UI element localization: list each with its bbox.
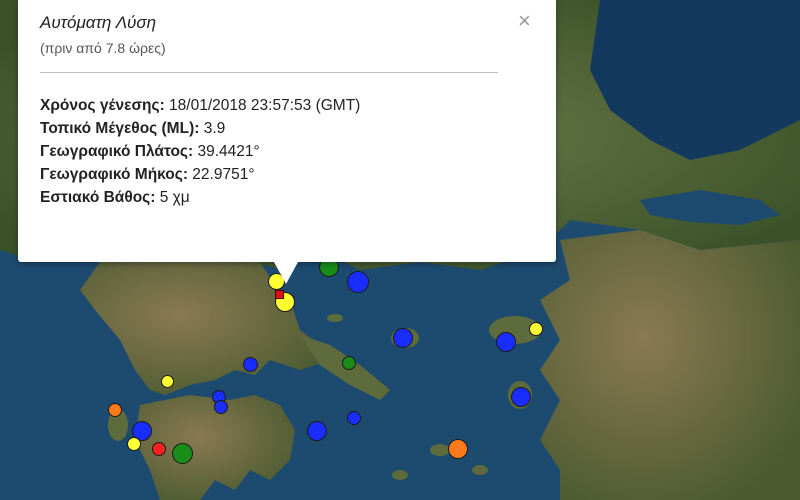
depth-value: 5 χμ — [155, 189, 190, 206]
longitude-label: Γεωγραφικό Μήκος: — [40, 166, 188, 183]
skiathos-island — [327, 314, 343, 322]
earthquake-marker-blue[interactable] — [307, 421, 327, 441]
cyclades-island — [392, 470, 408, 480]
earthquake-marker-orange[interactable] — [108, 403, 122, 417]
anatolia-land — [540, 230, 800, 500]
earthquake-marker-blue[interactable] — [243, 357, 258, 372]
earthquake-marker-yellow[interactable] — [127, 437, 141, 451]
depth-row: Εστιακό Βάθος: 5 χμ — [40, 189, 360, 212]
latitude-row: Γεωγραφικό Πλάτος: 39.4421° — [40, 143, 360, 166]
longitude-row: Γεωγραφικό Μήκος: 22.9751° — [40, 166, 360, 189]
earthquake-marker-blue[interactable] — [214, 400, 228, 414]
popup-title: Αυτόματη Λύση — [40, 13, 157, 32]
origin-time-row: Χρόνος γένεσης: 18/01/2018 23:57:53 (GMT… — [40, 97, 360, 120]
earthquake-marker-yellow[interactable] — [161, 375, 174, 388]
latitude-label: Γεωγραφικό Πλάτος: — [40, 143, 194, 160]
origin-time-value: 18/01/2018 23:57:53 (GMT) — [164, 97, 361, 114]
magnitude-value: 3.9 — [199, 120, 226, 137]
earthquake-marker-yellow[interactable] — [529, 322, 543, 336]
earthquake-info-popup: Αυτόματη Λύση (πριν από 7.8 ώρες) × Χρόν… — [18, 0, 556, 262]
close-icon[interactable]: × — [518, 10, 531, 32]
depth-label: Εστιακό Βάθος: — [40, 189, 156, 206]
earthquake-marker-blue[interactable] — [347, 411, 361, 425]
earthquake-marker-orange[interactable] — [448, 439, 468, 459]
earthquake-marker-red[interactable] — [152, 442, 166, 456]
popup-subtitle: (πριν από 7.8 ώρες) — [40, 40, 166, 56]
longitude-value: 22.9751° — [188, 166, 255, 183]
selected-epicenter-marker[interactable] — [275, 290, 284, 299]
earthquake-marker-green[interactable] — [172, 443, 193, 464]
magnitude-label: Τοπικό Μέγεθος (ML): — [40, 120, 200, 137]
cyclades-island — [430, 444, 450, 456]
popup-details: Χρόνος γένεσης: 18/01/2018 23:57:53 (GMT… — [40, 97, 360, 212]
cyclades-island — [472, 465, 488, 475]
magnitude-row: Τοπικό Μέγεθος (ML): 3.9 — [40, 120, 360, 143]
earthquake-marker-blue[interactable] — [393, 328, 413, 348]
earthquake-marker-blue[interactable] — [496, 332, 516, 352]
latitude-value: 39.4421° — [193, 143, 260, 160]
popup-divider — [40, 72, 498, 73]
origin-time-label: Χρόνος γένεσης: — [40, 97, 165, 114]
earthquake-marker-blue[interactable] — [511, 387, 531, 407]
earthquake-marker-green[interactable] — [342, 356, 356, 370]
popup-pointer — [274, 262, 298, 284]
earthquake-marker-blue[interactable] — [347, 271, 369, 293]
